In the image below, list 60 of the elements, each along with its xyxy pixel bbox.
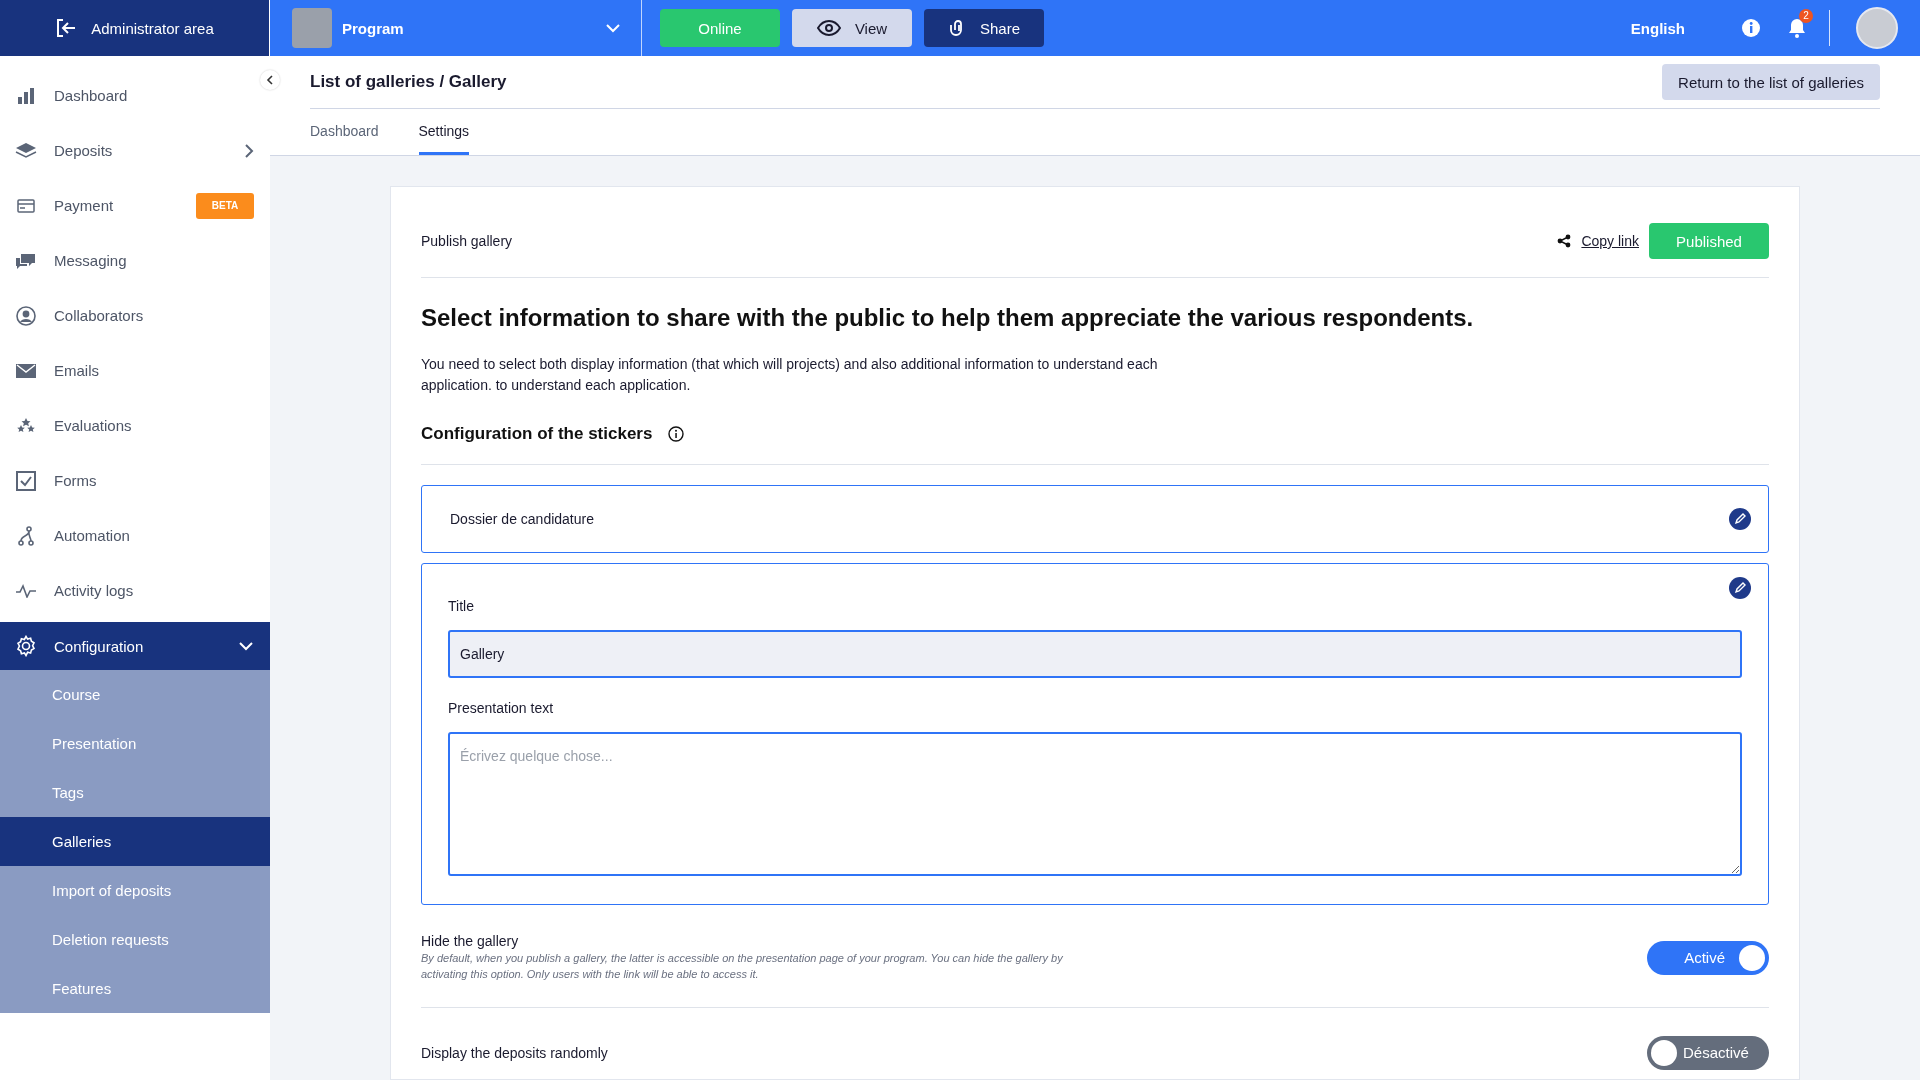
field-label: Title [448, 598, 475, 614]
breadcrumb: List of galleries / Gallery [310, 72, 507, 92]
sidebar-item[interactable]: Evaluations [0, 398, 270, 453]
avatar[interactable] [1856, 7, 1898, 49]
tab[interactable]: Dashboard [310, 109, 379, 155]
section-title: Dossier de candidature [450, 511, 594, 527]
edit-icon[interactable] [1728, 576, 1752, 600]
chevron-left-icon [266, 75, 274, 85]
toggle-switch[interactable]: Activé [1647, 940, 1769, 975]
publish-label: Publish gallery [421, 233, 514, 249]
bell-icon[interactable] [1787, 17, 1807, 39]
stars-icon [17, 417, 35, 434]
pulse-icon [15, 583, 37, 598]
option-label: Display the deposits randomly [421, 1044, 608, 1061]
option-label: Hide the gallery [421, 933, 520, 949]
field-label: Presentation text [448, 700, 555, 716]
section-heading: Select information to share with the public to help them appreciate the various respondents. [421, 304, 1475, 332]
sidebar-item[interactable]: Configuration [0, 622, 270, 670]
admin-area-link[interactable]: Administrator area [0, 0, 270, 56]
eye-icon [816, 20, 841, 36]
envelope-icon [16, 363, 36, 378]
bar-chart-icon [17, 86, 35, 105]
settings-icon [15, 635, 37, 657]
sidebar-item[interactable]: Collaborators [0, 288, 270, 343]
notification-count: 2 [1799, 9, 1813, 23]
return-button[interactable]: Return to the list of galleries [1662, 64, 1880, 100]
tab[interactable]: Settings [418, 109, 470, 155]
intro-text: You need to select both display information (that which will projects) and also additional information to understand each application. to understand each application. [421, 355, 1159, 395]
share-icon [1557, 234, 1572, 248]
exit-icon [55, 17, 78, 39]
beta-badge: BETA [196, 192, 254, 219]
presentation-textarea[interactable]: Écrivez quelque chose... [448, 732, 1742, 876]
collapse-sidebar-button[interactable] [260, 70, 280, 90]
edit-icon[interactable] [1728, 507, 1752, 531]
share-button[interactable]: Share [924, 9, 1044, 47]
sidebar-item[interactable]: Dashboard [0, 68, 270, 123]
checkbox-icon [16, 470, 36, 491]
copy-link[interactable]: Copy link [1581, 233, 1639, 249]
sidebar-item[interactable]: Activity logs [0, 563, 270, 618]
chat-bubbles-icon [15, 252, 37, 269]
info-icon[interactable] [668, 426, 685, 442]
sidebar-item[interactable]: Deposits [0, 123, 270, 178]
sidebar-subitem[interactable]: Galleries [0, 817, 270, 866]
title-input[interactable]: Gallery [448, 630, 1742, 678]
credit-card-icon [17, 198, 35, 213]
user-circle-icon [16, 305, 36, 326]
sidebar-item[interactable]: Emails [0, 343, 270, 398]
layers-icon [15, 141, 37, 160]
sidebar-item[interactable]: Payment BETA [0, 178, 270, 233]
option-description: By default, when you publish a gallery, the latter is accessible on the presentation page of your program. You can hide the gallery by activating this option. Only users with the link will be able to access it. [421, 951, 1064, 982]
toggle-switch[interactable]: Désactivé [1647, 1035, 1769, 1070]
language-selector[interactable]: English [1630, 19, 1685, 37]
chevron-down-icon [605, 23, 621, 33]
view-button[interactable]: View [792, 9, 912, 47]
stickers-heading: Configuration of the stickers [421, 424, 653, 444]
sidebar-item[interactable]: Automation [0, 508, 270, 563]
photo-placeholder [292, 8, 332, 48]
branch-icon [17, 525, 35, 546]
sidebar-item[interactable]: Forms [0, 453, 270, 508]
sidebar-item[interactable]: Messaging [0, 233, 270, 288]
